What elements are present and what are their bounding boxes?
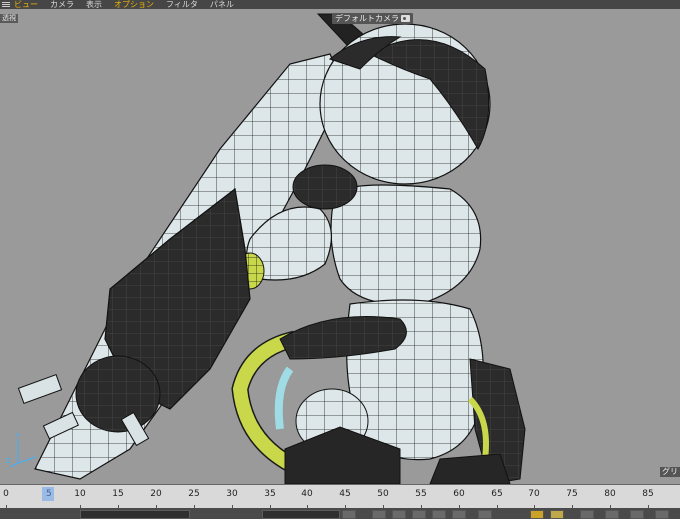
go-start-button[interactable] <box>342 510 356 519</box>
camera-label[interactable]: デフォルトカメラ <box>332 13 413 24</box>
go-end-button[interactable] <box>452 510 466 519</box>
menu-item-panel[interactable]: パネル <box>210 0 234 9</box>
timeline-ruler[interactable]: 5 0 10 15 20 25 30 35 40 45 50 55 60 65 70 75 80 85 <box>0 484 680 509</box>
end-frame-field[interactable] <box>262 510 340 519</box>
menu-bar: ビュー カメラ 表示 オプション フィルタ パネル <box>0 0 680 9</box>
timeline-tick-label: 40 <box>301 489 313 499</box>
menu-hamburger-icon[interactable] <box>0 0 14 9</box>
timeline-tick-label: 50 <box>377 489 389 499</box>
next-frame-button[interactable] <box>432 510 446 519</box>
axis-y-label: Y <box>15 432 21 440</box>
key-position-button[interactable] <box>605 510 619 519</box>
menu-item-display[interactable]: 表示 <box>86 0 102 9</box>
timeline-tick-label: 30 <box>226 489 238 499</box>
timeline-tick-label: 55 <box>415 489 427 499</box>
prev-frame-button[interactable] <box>372 510 386 519</box>
timeline-tick-label: 25 <box>188 489 200 499</box>
record-key-icon[interactable] <box>530 510 544 519</box>
camera-name: デフォルトカメラ <box>335 14 399 23</box>
timeline-tick-label: 60 <box>453 489 465 499</box>
camera-icon <box>401 15 410 22</box>
robot-model-render[interactable] <box>0 9 680 484</box>
key-rotation-button[interactable] <box>630 510 644 519</box>
axis-z-label: Z <box>6 457 11 465</box>
menu-item-view[interactable]: ビュー <box>14 0 38 9</box>
timeline-tick-label: 20 <box>150 489 162 499</box>
timeline-tick-label: 75 <box>566 489 578 499</box>
timeline-ticks: 0 10 15 20 25 30 35 40 45 50 55 60 65 70 75 80 85 <box>0 485 680 509</box>
play-button[interactable] <box>412 510 426 519</box>
menu-item-camera[interactable]: カメラ <box>50 0 74 9</box>
timeline-tick-label: 65 <box>491 489 503 499</box>
timeline-tick-label: 10 <box>74 489 86 499</box>
autokey-icon[interactable] <box>550 510 564 519</box>
timeline-tick-label: 15 <box>112 489 124 499</box>
timeline-tick-label: 70 <box>528 489 540 499</box>
3d-viewport[interactable]: 透視 デフォルトカメラ Y Z グリ <box>0 9 680 484</box>
menu-item-options[interactable]: オプション <box>114 0 154 9</box>
bottom-toolbar <box>0 508 680 519</box>
menu-item-filter[interactable]: フィルタ <box>166 0 198 9</box>
timeline-tick-label: 85 <box>642 489 654 499</box>
grid-label: グリ <box>660 467 680 477</box>
axis-gizmo: Y Z <box>6 432 37 468</box>
timeline-tick-label: 80 <box>604 489 616 499</box>
key-options-button[interactable] <box>580 510 594 519</box>
timeline-tick-label: 0 <box>3 489 9 499</box>
timeline-tick-label: 35 <box>264 489 276 499</box>
start-frame-field[interactable] <box>80 510 190 519</box>
view-mode-label: 透視 <box>0 14 18 23</box>
timeline-tick-label: 45 <box>339 489 351 499</box>
loop-button[interactable] <box>478 510 492 519</box>
play-reverse-button[interactable] <box>392 510 406 519</box>
key-scale-button[interactable] <box>655 510 669 519</box>
